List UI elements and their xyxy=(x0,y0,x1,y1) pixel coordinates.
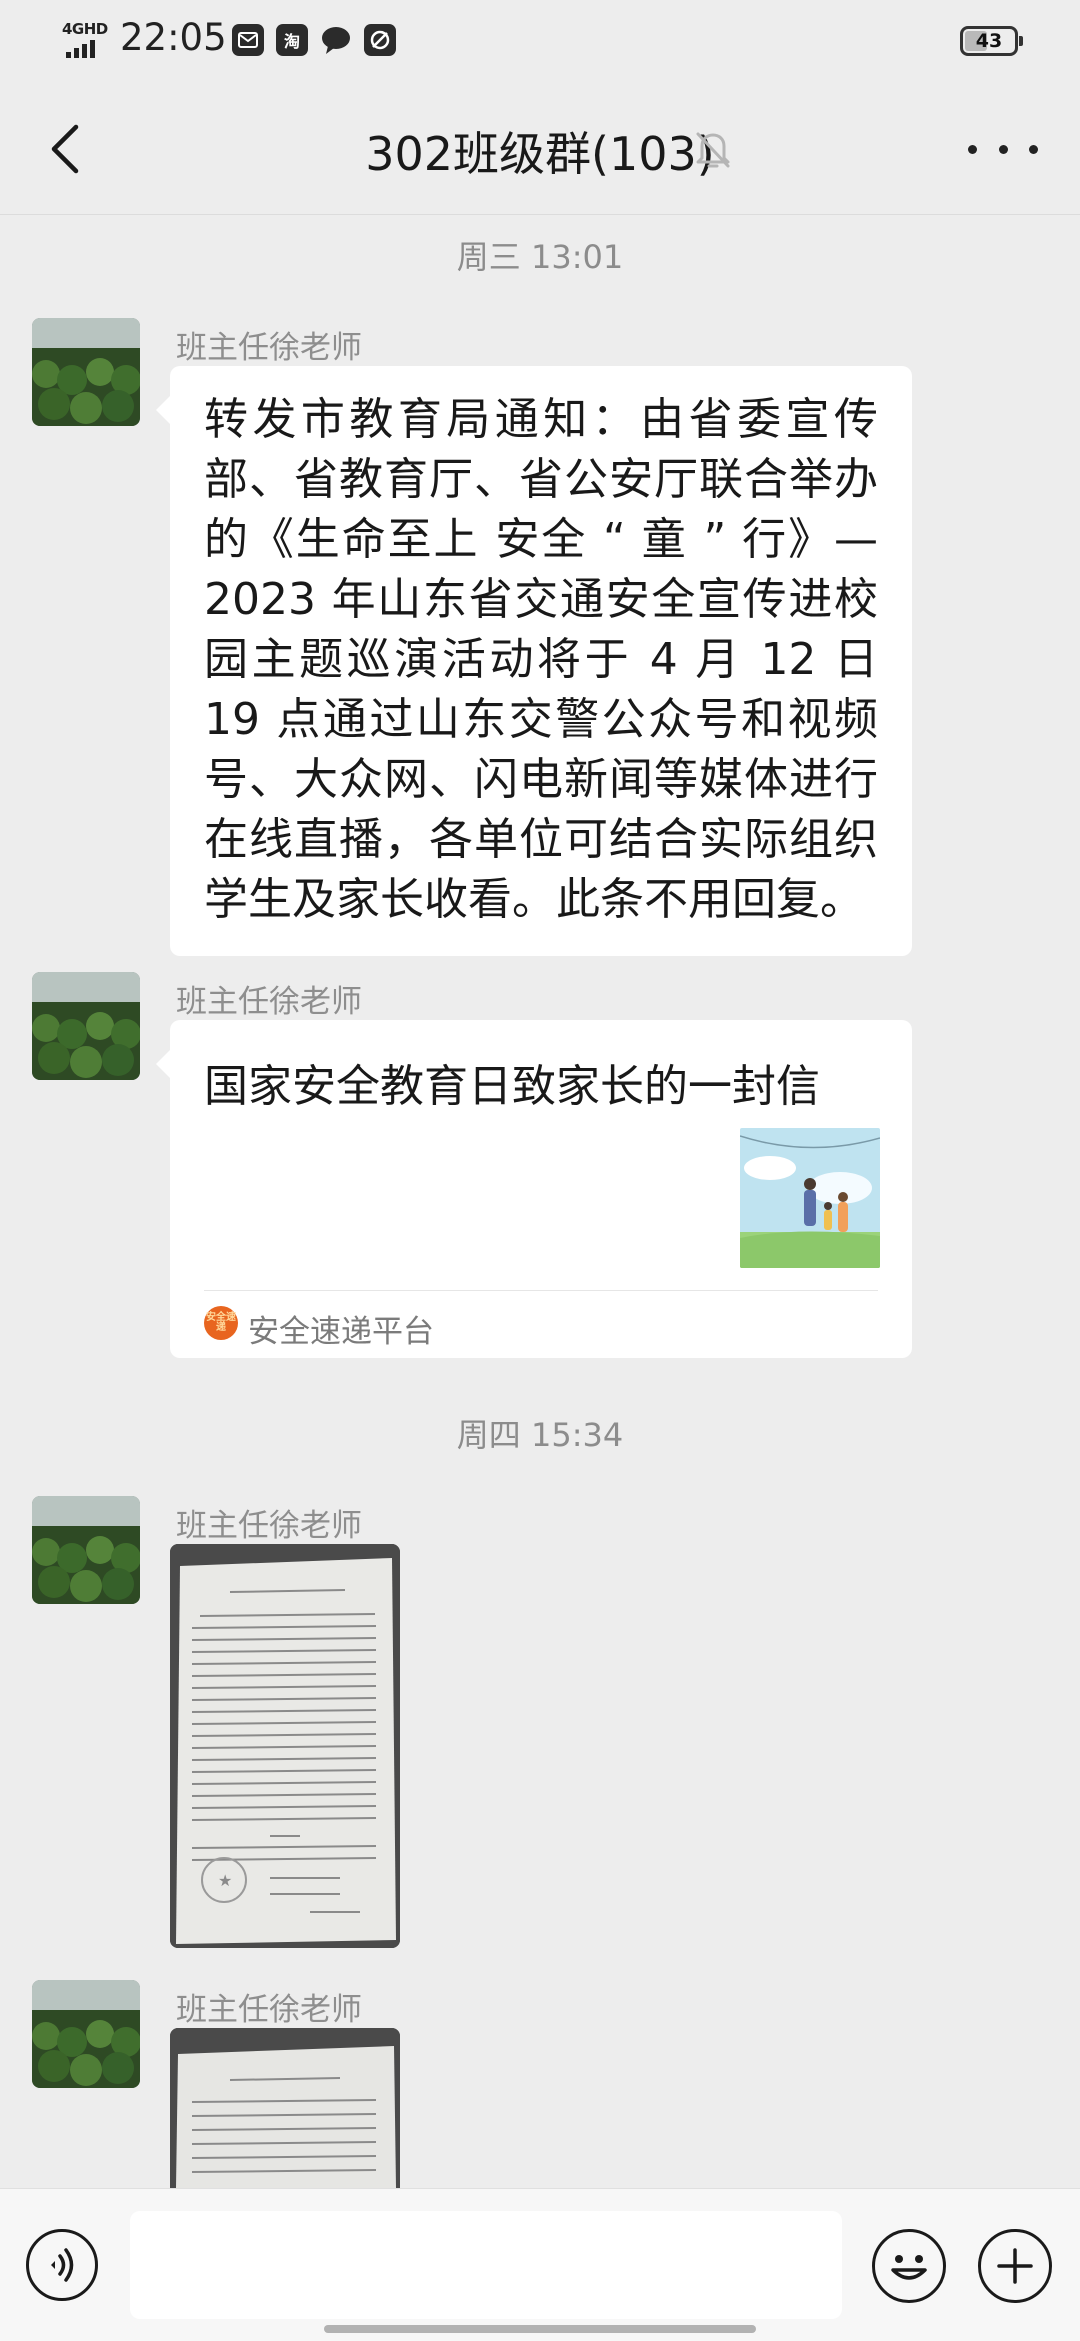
sender-name: 班主任徐老师 xyxy=(176,330,362,366)
bell-muted-icon xyxy=(692,128,734,170)
sync-icon xyxy=(364,24,396,56)
dot-icon xyxy=(998,144,1008,154)
sender-name: 班主任徐老师 xyxy=(176,1508,362,1544)
dot-icon xyxy=(1029,144,1038,154)
signal-indicator: 4GHD xyxy=(62,20,112,60)
voice-input-button[interactable] xyxy=(26,2229,98,2301)
link-card[interactable]: 国家安全教育日致家长的一封信 安全速递 安全速递平台 xyxy=(156,1020,912,1358)
battery-level: 43 xyxy=(975,30,1003,52)
chat-input-bar xyxy=(0,2188,1080,2341)
voice-icon xyxy=(51,2248,74,2282)
image-message[interactable] xyxy=(170,2028,400,2188)
divider xyxy=(204,1290,878,1291)
clock: 22:05 xyxy=(120,16,227,59)
card-title: 国家安全教育日致家长的一封信 xyxy=(204,1061,820,1112)
dot-icon xyxy=(968,144,977,154)
avatar[interactable] xyxy=(32,318,140,426)
home-indicator[interactable] xyxy=(324,2325,756,2333)
smiley-icon xyxy=(891,2255,927,2280)
card-thumbnail xyxy=(740,1128,880,1268)
source-logo-icon: 安全速递 xyxy=(204,1306,238,1340)
sender-name: 班主任徐老师 xyxy=(176,984,362,1020)
card-source: 安全速递平台 xyxy=(248,1314,434,1350)
more-options-button[interactable] xyxy=(968,124,1038,174)
chat-title: 302班级群(103) xyxy=(365,127,715,181)
chat-bubble-icon xyxy=(320,24,352,56)
image-message[interactable]: ★ xyxy=(170,1544,400,1948)
emoji-button[interactable] xyxy=(872,2229,946,2303)
notification-icons: 淘 xyxy=(232,24,396,56)
more-functions-button[interactable] xyxy=(978,2229,1052,2303)
svg-text:★: ★ xyxy=(218,1871,232,1890)
battery-icon: 43 xyxy=(960,26,1023,56)
avatar[interactable] xyxy=(32,1980,140,2088)
avatar[interactable] xyxy=(32,972,140,1080)
message-text: 转发市教育局通知：由省委宣传部、省教育厅、省公安厅联合举办的《生命至上 安全 “… xyxy=(204,394,878,925)
status-bar: 4GHD 22:05 淘 43 xyxy=(0,0,1080,84)
signal-bars-icon xyxy=(66,40,95,58)
sender-name: 班主任徐老师 xyxy=(176,1992,362,2028)
message-icon xyxy=(232,24,264,56)
chat-header: 302班级群(103) xyxy=(0,84,1080,215)
network-type: 4GHD xyxy=(62,20,108,38)
timestamp-divider: 周三 13:01 xyxy=(456,238,624,276)
message-input[interactable] xyxy=(130,2211,842,2319)
message-bubble[interactable]: 转发市教育局通知：由省委宣传部、省教育厅、省公安厅联合举办的《生命至上 安全 “… xyxy=(156,366,912,956)
avatar[interactable] xyxy=(32,1496,140,1604)
taobao-icon: 淘 xyxy=(276,24,308,56)
timestamp-divider: 周四 15:34 xyxy=(456,1416,624,1454)
plus-icon xyxy=(997,2248,1033,2284)
